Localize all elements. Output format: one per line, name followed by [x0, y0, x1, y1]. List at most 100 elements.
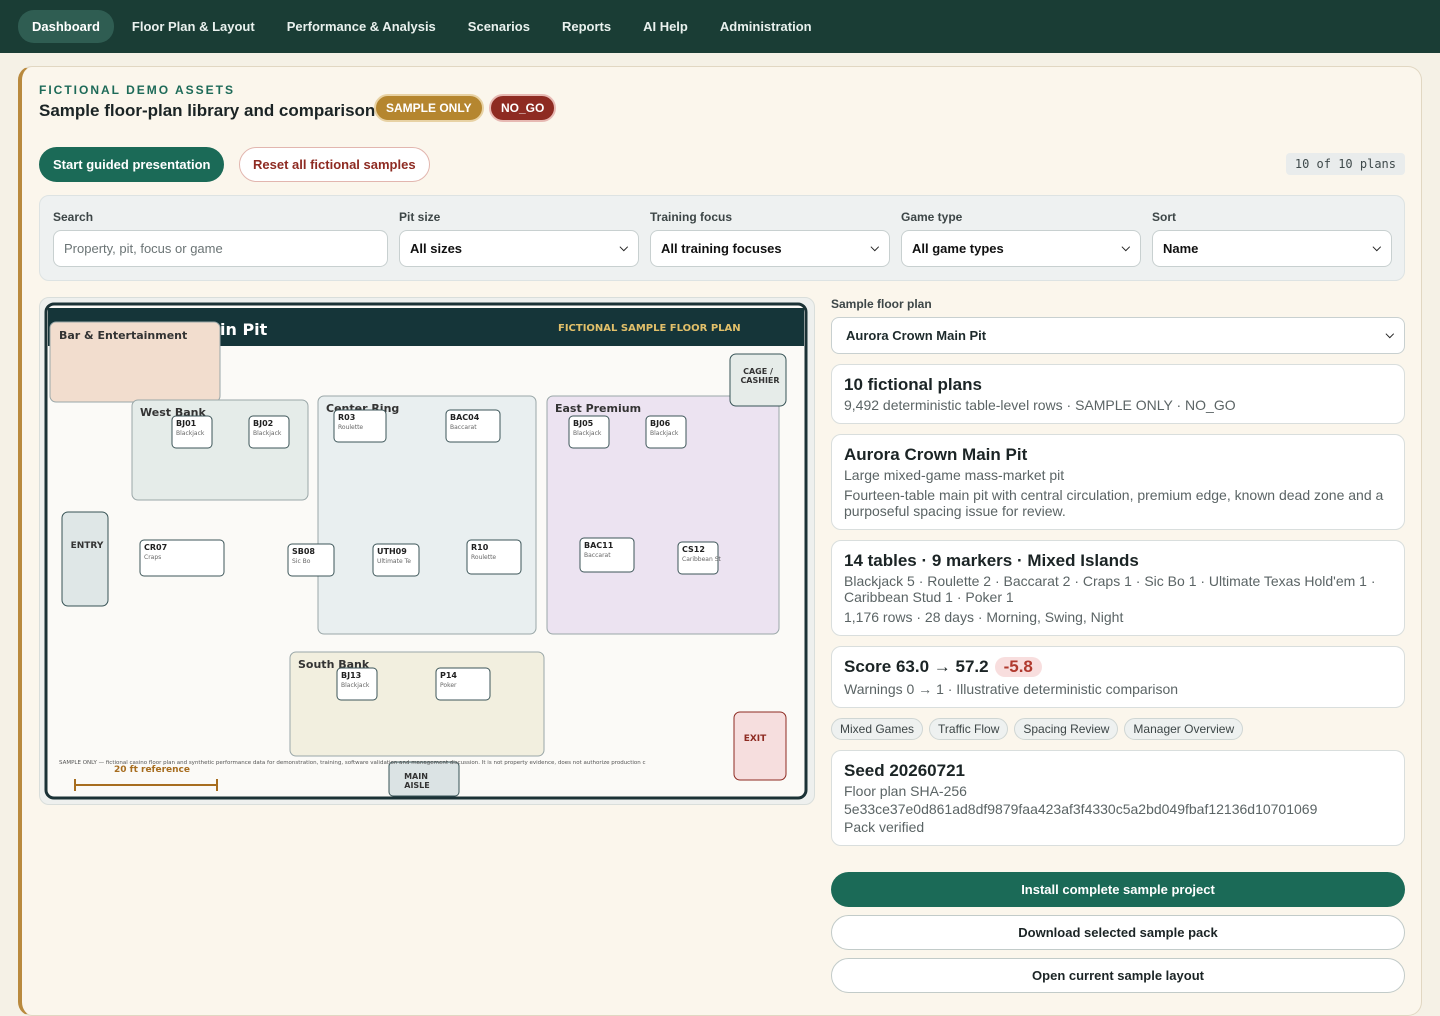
sample-floor-plan-select[interactable]: Aurora Crown Main Pit ⌵ — [831, 317, 1405, 354]
plan-subtitle: Large mixed-game mass-market pit — [844, 467, 1065, 483]
map-title: in Pit — [220, 320, 268, 339]
sample-library-panel: FICTIONAL DEMO ASSETS Sample floor-plan … — [18, 66, 1422, 1016]
exit-label: EXIT — [744, 734, 767, 744]
nav-administration[interactable]: Administration — [706, 10, 826, 43]
open-sample-layout-button[interactable]: Open current sample layout — [831, 958, 1405, 993]
score-card: Score 63.0 → 57.2 -5.8 Warnings 0 → 1 · I… — [831, 646, 1405, 708]
table-id-label: BJ02 — [253, 419, 273, 428]
east-premium-label: East Premium — [555, 402, 641, 415]
game-type-select[interactable]: All game types ⌵ — [901, 230, 1141, 267]
pack-verified: Pack verified — [844, 819, 925, 835]
table-game-label: Blackjack — [573, 430, 602, 437]
chevron-down-icon: ⌵ — [870, 242, 879, 254]
plan-name: Aurora Crown Main Pit — [844, 445, 1028, 464]
seed-card: Seed 20260721 Floor plan SHA-256 5e33ce3… — [831, 750, 1405, 846]
eyebrow-label: FICTIONAL DEMO ASSETS — [39, 83, 236, 97]
sort-value: Name — [1163, 241, 1199, 256]
plans-summary-card: 10 fictional plans 9,492 deterministic t… — [831, 364, 1405, 424]
nav-dashboard[interactable]: Dashboard — [18, 10, 114, 43]
reset-samples-button[interactable]: Reset all fictional samples — [239, 147, 430, 182]
floor-plan-preview: in Pit FICTIONAL SAMPLE FLOOR PLAN Bar &… — [39, 297, 815, 805]
exit-marker — [733, 711, 787, 781]
tag-spacing-review[interactable]: Spacing Review — [1014, 718, 1119, 740]
plan-count: 10 of 10 plans — [1285, 153, 1405, 175]
game-type-value: All game types — [912, 241, 1004, 256]
table-game-label: Sic Bo — [292, 558, 311, 565]
pit-size-label: Pit size — [399, 210, 441, 224]
chevron-down-icon: ⌵ — [1372, 242, 1381, 254]
no-go-badge: NO_GO — [489, 94, 557, 122]
sample-floor-plan-label: Sample floor plan — [831, 297, 932, 311]
table-game-label: Baccarat — [584, 552, 611, 559]
install-sample-project-button[interactable]: Install complete sample project — [831, 872, 1405, 907]
table-id-label: R03 — [338, 413, 355, 422]
table-mix-rows: 1,176 rows · 28 days · Morning, Swing, N… — [844, 609, 1124, 625]
main-aisle-label: MAIN — [404, 772, 428, 781]
sort-select[interactable]: Name ⌵ — [1152, 230, 1392, 267]
table-mix-title: 14 tables · 9 markers · Mixed Islands — [844, 551, 1139, 570]
table-id-label: BJ13 — [341, 671, 361, 680]
table-game-label: Baccarat — [450, 424, 477, 431]
selected-plan-value: Aurora Crown Main Pit — [846, 328, 987, 343]
table-id-label: BJ05 — [573, 419, 594, 428]
table-mix-breakdown: Blackjack 5 · Roulette 2 · Baccarat 2 · … — [844, 573, 1376, 605]
download-sample-pack-button[interactable]: Download selected sample pack — [831, 915, 1405, 950]
main-aisle-label-2: AISLE — [404, 781, 430, 790]
table-id-label: SB08 — [292, 547, 315, 556]
search-input[interactable]: Property, pit, focus or game — [53, 230, 388, 267]
tag-manager-overview[interactable]: Manager Overview — [1124, 718, 1244, 740]
sort-label: Sort — [1152, 210, 1176, 224]
chevron-down-icon: ⌵ — [619, 242, 628, 254]
pit-size-value: All sizes — [410, 241, 463, 256]
plan-description: Fourteen-table main pit with central cir… — [844, 487, 1384, 519]
table-game-label: Blackjack — [176, 430, 205, 437]
table-id-label: R10 — [471, 543, 489, 552]
tag-traffic-flow[interactable]: Traffic Flow — [929, 718, 1009, 740]
table-game-label: Ultimate Te — [377, 558, 411, 565]
nav-performance[interactable]: Performance & Analysis — [273, 10, 450, 43]
table-game-label: Blackjack — [341, 682, 370, 689]
table-game-label: Craps — [144, 554, 161, 561]
plans-summary-text: 9,492 deterministic table-level rows · S… — [844, 397, 1236, 413]
table-id-label: BAC04 — [450, 413, 480, 422]
pit-size-select[interactable]: All sizes ⌵ — [399, 230, 639, 267]
nav-reports[interactable]: Reports — [548, 10, 625, 43]
training-focus-select[interactable]: All training focuses ⌵ — [650, 230, 890, 267]
nav-scenarios[interactable]: Scenarios — [454, 10, 544, 43]
table-id-label: BAC11 — [584, 541, 614, 550]
search-label: Search — [53, 210, 94, 224]
seed-title: Seed 20260721 — [844, 761, 965, 780]
plan-description-card: Aurora Crown Main Pit Large mixed-game m… — [831, 434, 1405, 530]
nav-ai-help[interactable]: AI Help — [629, 10, 702, 43]
table-id-label: CR07 — [144, 543, 167, 552]
table-game-label: Roulette — [338, 424, 363, 431]
table-game-label: Blackjack — [650, 430, 679, 437]
entry-marker — [61, 511, 109, 607]
training-focus-value: All training focuses — [661, 241, 782, 256]
game-type-label: Game type — [901, 210, 963, 224]
sample-only-badge: SAMPLE ONLY — [374, 94, 484, 122]
bar-label: Bar & Entertainment — [59, 329, 187, 342]
map-banner: FICTIONAL SAMPLE FLOOR PLAN — [558, 323, 741, 334]
table-mix-card: 14 tables · 9 markers · Mixed Islands Bl… — [831, 540, 1405, 636]
table-id-label: UTH09 — [377, 547, 407, 556]
filter-bar: Search Property, pit, focus or game Pit … — [39, 195, 1405, 281]
table-game-label: Blackjack — [253, 430, 282, 437]
scale-label: 20 ft reference — [114, 765, 190, 775]
table-id-label: CS12 — [682, 545, 705, 554]
score-value: Score 63.0 → 57.2 — [844, 657, 989, 676]
start-presentation-button[interactable]: Start guided presentation — [39, 147, 225, 182]
table-id-label: BJ06 — [650, 419, 671, 428]
tag-list: Mixed Games Traffic Flow Spacing Review … — [831, 718, 1405, 740]
nav-floor-plan[interactable]: Floor Plan & Layout — [118, 10, 269, 43]
score-delta-badge: -5.8 — [994, 657, 1042, 677]
table-game-label: Caribbean St — [682, 556, 722, 563]
tag-mixed-games[interactable]: Mixed Games — [831, 718, 924, 740]
sha-hash: 5e33ce37e0d861ad8df9879faa423af3f4330c5a… — [844, 801, 1318, 817]
top-navigation: Dashboard Floor Plan & Layout Performanc… — [0, 0, 1440, 53]
training-focus-label: Training focus — [650, 210, 733, 224]
cashier-label: CASHIER — [740, 376, 779, 385]
page-title: Sample floor-plan library and comparison — [39, 101, 376, 120]
table-game-label: Roulette — [471, 554, 496, 561]
sha-label: Floor plan SHA-256 — [844, 783, 967, 799]
